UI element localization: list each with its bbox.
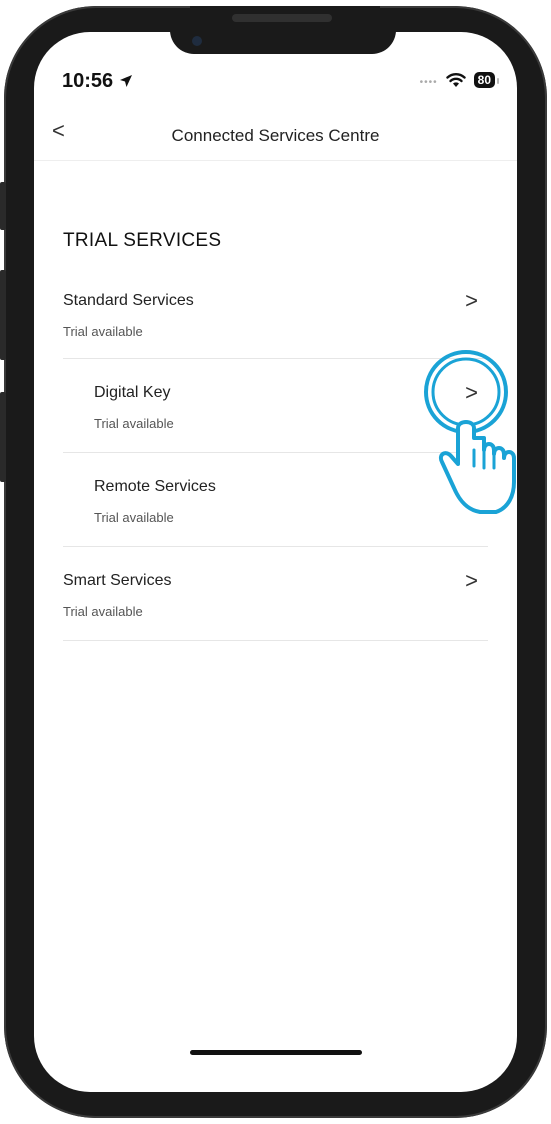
row-subtitle: Trial available	[94, 416, 174, 431]
chevron-right-icon: >	[465, 380, 478, 405]
chevron-right-icon: >	[465, 568, 478, 593]
wifi-icon	[445, 73, 466, 87]
list-item-digital-key[interactable]: Digital Key Trial available >	[63, 358, 488, 453]
side-button	[0, 270, 6, 360]
side-button	[0, 392, 6, 482]
camera	[192, 36, 202, 46]
row-title: Smart Services	[63, 572, 172, 589]
list-item-smart-services[interactable]: Smart Services Trial available >	[63, 546, 488, 641]
notch	[170, 26, 396, 54]
row-title: Standard Services	[63, 292, 194, 309]
signal-dots-icon: ••••	[419, 76, 438, 88]
list-item-remote-services[interactable]: Remote Services Trial available	[63, 452, 488, 547]
chevron-right-icon: >	[465, 288, 478, 313]
page-title: Connected Services Centre	[171, 126, 380, 145]
status-indicators: •••• 80	[419, 72, 500, 88]
row-title: Digital Key	[94, 384, 171, 401]
home-indicator[interactable]	[190, 1050, 362, 1055]
row-subtitle: Trial available	[63, 324, 143, 339]
speaker	[232, 14, 332, 22]
status-time: 10:56	[62, 70, 133, 93]
nav-header: < Connected Services Centre	[34, 108, 517, 161]
location-arrow-icon	[119, 75, 132, 87]
row-title: Remote Services	[94, 478, 216, 495]
side-button	[0, 182, 6, 230]
battery-indicator: 80	[473, 72, 500, 88]
row-subtitle: Trial available	[94, 510, 174, 525]
list-item-standard-services[interactable]: Standard Services Trial available >	[63, 280, 488, 359]
row-subtitle: Trial available	[63, 604, 143, 619]
section-title: TRIAL SERVICES	[63, 230, 222, 251]
